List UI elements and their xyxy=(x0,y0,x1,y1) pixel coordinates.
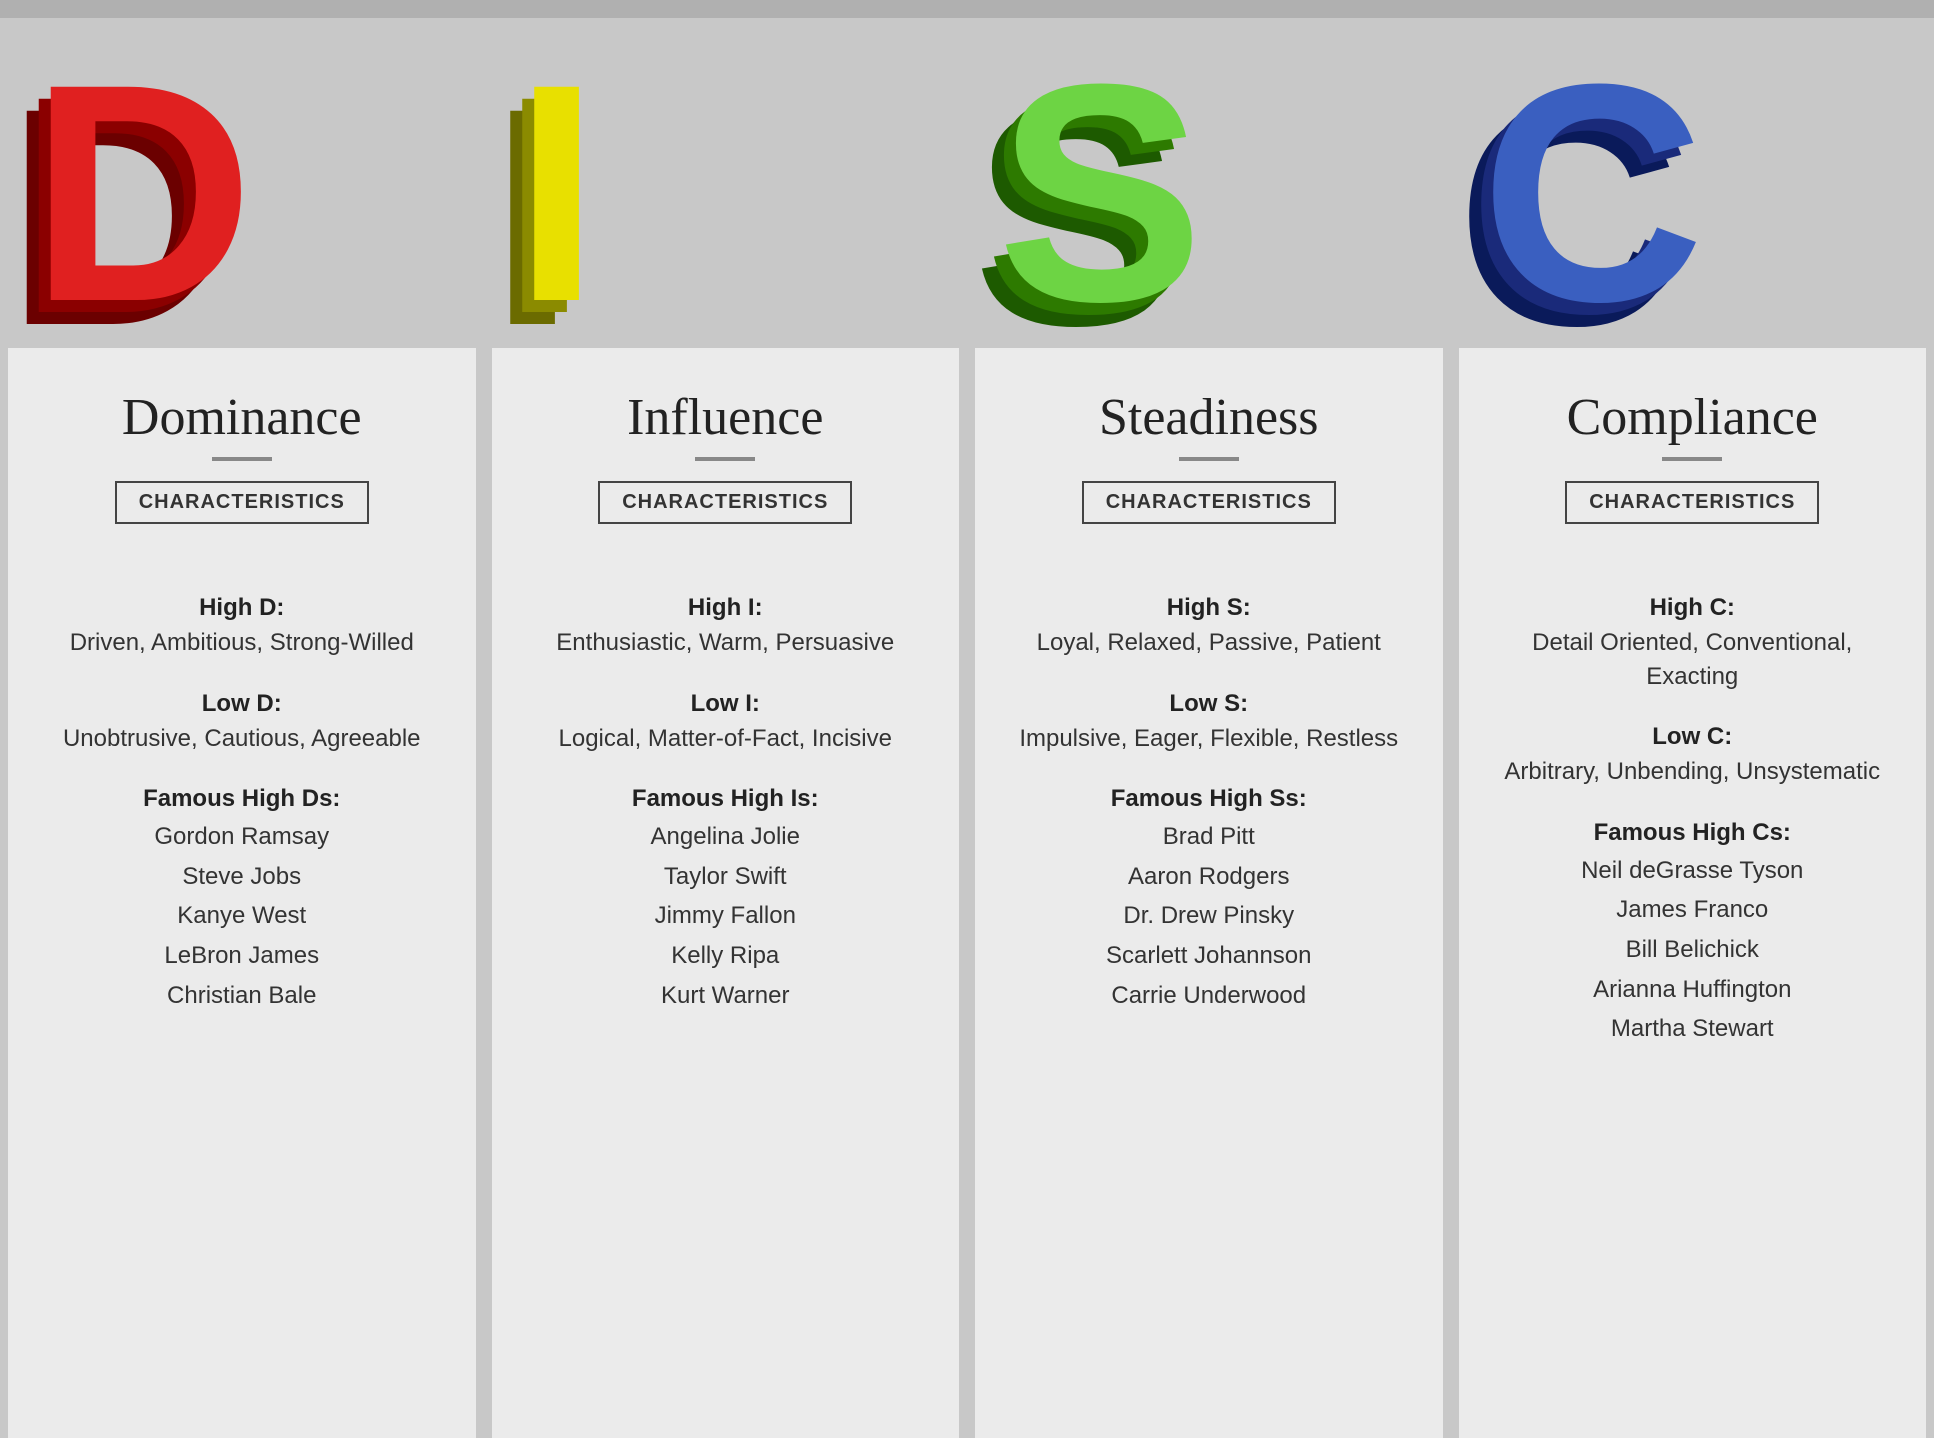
low-label-steadiness: Low S: xyxy=(1005,690,1413,718)
famous-person: Bill Belichick xyxy=(1489,930,1897,970)
letter-i: I xyxy=(514,38,590,348)
famous-person: Steve Jobs xyxy=(38,857,446,897)
famous-person: Martha Stewart xyxy=(1489,1009,1897,1049)
famous-list-dominance: Gordon RamsaySteve JobsKanye WestLeBron … xyxy=(38,817,446,1015)
famous-label-steadiness: Famous High Ss: xyxy=(1005,785,1413,813)
famous-list-steadiness: Brad PittAaron RodgersDr. Drew PinskySca… xyxy=(1005,817,1413,1015)
card-title-compliance: Compliance xyxy=(1489,388,1897,447)
characteristics-btn-dominance[interactable]: CHARACTERISTICS xyxy=(115,481,369,524)
famous-person: Taylor Swift xyxy=(522,857,930,897)
top-bar xyxy=(0,0,1934,18)
famous-person: Arianna Huffington xyxy=(1489,970,1897,1010)
high-label-steadiness: High S: xyxy=(1005,594,1413,622)
famous-person: Jimmy Fallon xyxy=(522,896,930,936)
high-desc-dominance: Driven, Ambitious, Strong-Willed xyxy=(38,626,446,660)
divider-dominance xyxy=(212,457,272,461)
low-label-influence: Low I: xyxy=(522,690,930,718)
cards-row: Dominance CHARACTERISTICS High D: Driven… xyxy=(0,348,1934,1438)
famous-person: James Franco xyxy=(1489,890,1897,930)
divider-influence xyxy=(695,457,755,461)
famous-person: Dr. Drew Pinsky xyxy=(1005,896,1413,936)
famous-person: Gordon Ramsay xyxy=(38,817,446,857)
characteristics-btn-compliance[interactable]: CHARACTERISTICS xyxy=(1565,481,1819,524)
letter-c: C xyxy=(1481,38,1695,348)
card-title-steadiness: Steadiness xyxy=(1005,388,1413,447)
low-label-dominance: Low D: xyxy=(38,690,446,718)
card-dominance: Dominance CHARACTERISTICS High D: Driven… xyxy=(8,348,476,1438)
high-desc-influence: Enthusiastic, Warm, Persuasive xyxy=(522,626,930,660)
low-desc-steadiness: Impulsive, Eager, Flexible, Restless xyxy=(1005,722,1413,756)
famous-person: Neil deGrasse Tyson xyxy=(1489,851,1897,891)
famous-person: Angelina Jolie xyxy=(522,817,930,857)
letters-row: D I S C xyxy=(0,18,1934,348)
low-desc-influence: Logical, Matter-of-Fact, Incisive xyxy=(522,722,930,756)
famous-person: Aaron Rodgers xyxy=(1005,857,1413,897)
characteristics-btn-influence[interactable]: CHARACTERISTICS xyxy=(598,481,852,524)
famous-list-compliance: Neil deGrasse TysonJames FrancoBill Beli… xyxy=(1489,851,1897,1049)
famous-label-compliance: Famous High Cs: xyxy=(1489,819,1897,847)
card-steadiness: Steadiness CHARACTERISTICS High S: Loyal… xyxy=(975,348,1443,1438)
card-compliance: Compliance CHARACTERISTICS High C: Detai… xyxy=(1459,348,1927,1438)
low-desc-dominance: Unobtrusive, Cautious, Agreeable xyxy=(38,722,446,756)
characteristics-btn-steadiness[interactable]: CHARACTERISTICS xyxy=(1082,481,1336,524)
high-desc-steadiness: Loyal, Relaxed, Passive, Patient xyxy=(1005,626,1413,660)
letter-d: D xyxy=(30,38,244,348)
letter-i-cell: I xyxy=(484,18,968,348)
letter-s: S xyxy=(997,38,1194,348)
famous-person: Kurt Warner xyxy=(522,976,930,1016)
famous-person: LeBron James xyxy=(38,936,446,976)
famous-person: Christian Bale xyxy=(38,976,446,1016)
famous-person: Carrie Underwood xyxy=(1005,976,1413,1016)
card-influence: Influence CHARACTERISTICS High I: Enthus… xyxy=(492,348,960,1438)
famous-person: Brad Pitt xyxy=(1005,817,1413,857)
card-title-influence: Influence xyxy=(522,388,930,447)
low-desc-compliance: Arbitrary, Unbending, Unsystematic xyxy=(1489,755,1897,789)
high-label-compliance: High C: xyxy=(1489,594,1897,622)
card-title-dominance: Dominance xyxy=(38,388,446,447)
high-label-influence: High I: xyxy=(522,594,930,622)
high-label-dominance: High D: xyxy=(38,594,446,622)
divider-compliance xyxy=(1662,457,1722,461)
famous-label-influence: Famous High Is: xyxy=(522,785,930,813)
letter-d-cell: D xyxy=(0,18,484,348)
famous-person: Scarlett Johannson xyxy=(1005,936,1413,976)
famous-person: Kelly Ripa xyxy=(522,936,930,976)
divider-steadiness xyxy=(1179,457,1239,461)
high-desc-compliance: Detail Oriented, Conventional, Exacting xyxy=(1489,626,1897,693)
letter-s-cell: S xyxy=(967,18,1451,348)
famous-person: Kanye West xyxy=(38,896,446,936)
low-label-compliance: Low C: xyxy=(1489,723,1897,751)
famous-label-dominance: Famous High Ds: xyxy=(38,785,446,813)
letter-c-cell: C xyxy=(1451,18,1934,348)
famous-list-influence: Angelina JolieTaylor SwiftJimmy FallonKe… xyxy=(522,817,930,1015)
